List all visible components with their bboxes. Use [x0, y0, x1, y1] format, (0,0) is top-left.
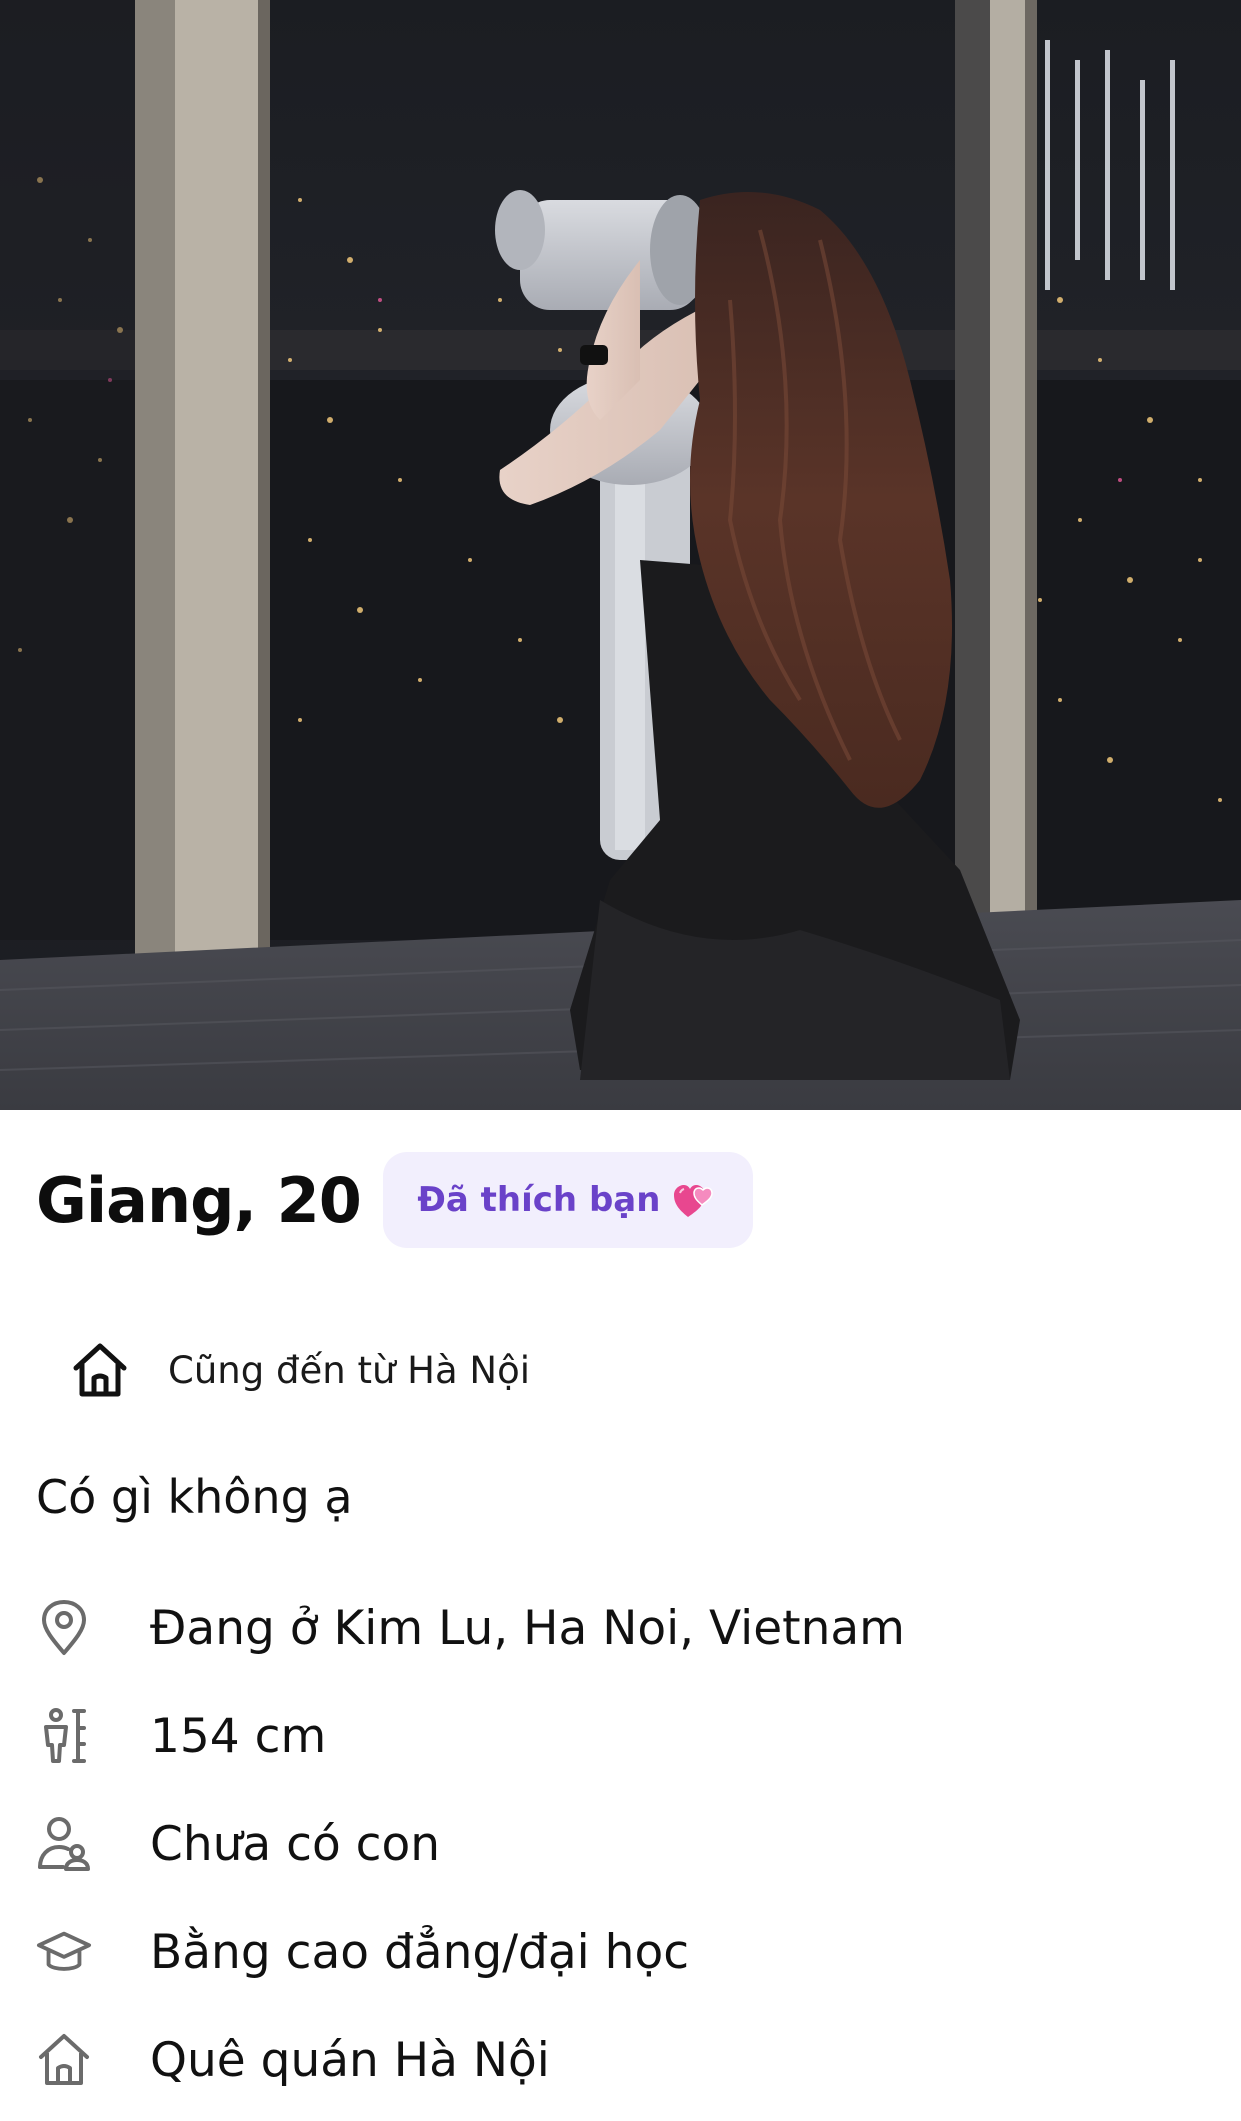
profile-name-age: Giang, 20 — [36, 1163, 362, 1237]
location-pin-icon — [36, 1598, 92, 1658]
detail-hometown-text: Quê quán Hà Nội — [150, 2032, 550, 2088]
name-row: Giang, 20 Đã thích bạn — [36, 1152, 753, 1248]
profile-photo-image — [0, 0, 1241, 1110]
detail-education: Bằng cao đẳng/đại học — [36, 1898, 1206, 2006]
detail-hometown: Quê quán Hà Nội — [36, 2006, 1206, 2114]
liked-you-badge: Đã thích bạn — [382, 1152, 753, 1248]
detail-location: Đang ở Kim Lu, Ha Noi, Vietnam — [36, 1574, 1206, 1682]
home-icon — [70, 1340, 130, 1400]
detail-children: Chưa có con — [36, 1790, 1206, 1898]
detail-location-text: Đang ở Kim Lu, Ha Noi, Vietnam — [150, 1600, 905, 1656]
profile-details: Đang ở Kim Lu, Ha Noi, Vietnam 154 cm Ch… — [36, 1574, 1206, 2114]
children-icon — [36, 1814, 92, 1874]
hometown-match-text: Cũng đến từ Hà Nội — [168, 1348, 531, 1392]
graduation-cap-icon — [36, 1922, 92, 1982]
profile-bio: Có gì không ạ — [36, 1470, 353, 1524]
detail-height: 154 cm — [36, 1682, 1206, 1790]
detail-education-text: Bằng cao đẳng/đại học — [150, 1924, 690, 1980]
two-hearts-icon — [672, 1179, 718, 1221]
detail-children-text: Chưa có con — [150, 1816, 441, 1872]
liked-you-label: Đã thích bạn — [417, 1180, 661, 1220]
hometown-match: Cũng đến từ Hà Nội — [70, 1338, 530, 1402]
profile-photo[interactable] — [0, 0, 1241, 1110]
home-icon — [36, 2030, 92, 2090]
height-icon — [36, 1706, 92, 1766]
detail-height-text: 154 cm — [150, 1708, 327, 1764]
